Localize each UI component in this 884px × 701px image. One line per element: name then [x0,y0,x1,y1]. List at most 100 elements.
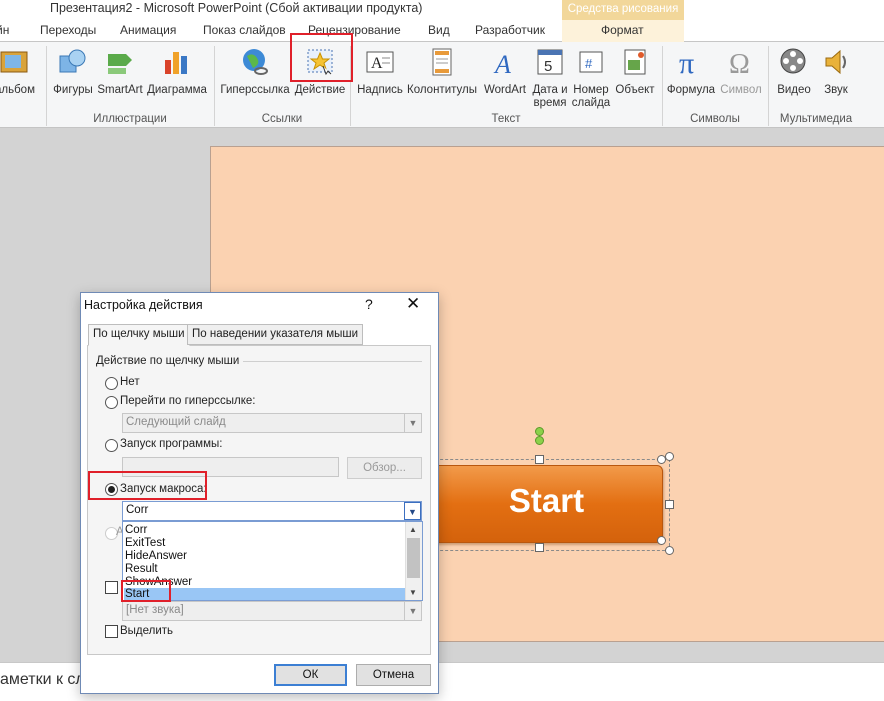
svg-text:A: A [493,50,511,78]
scroll-down-icon[interactable]: ▼ [409,588,417,597]
group-label-media: Мультимедиа [779,113,853,125]
pi-icon: π [675,46,707,80]
radio-none[interactable] [105,377,118,390]
resize-handle-right[interactable] [665,500,674,509]
textbox-icon: A [364,46,396,78]
radio-hyperlink-label: Перейти по гиперссылке: [120,395,256,407]
date-time-icon: 5 [534,46,566,78]
shapes-button[interactable]: Фигуры [50,46,96,97]
video-reel-icon [778,46,810,78]
resize-handle-bottom-right[interactable] [665,546,674,555]
group-label-illustrations: Иллюстрации [93,113,167,125]
header-footer-icon [426,46,458,78]
radio-hyperlink[interactable] [105,396,118,409]
equation-button[interactable]: π Формула [664,46,718,97]
symbol-button[interactable]: Ω Символ [718,46,764,97]
hyperlink-globe-icon [239,46,271,78]
resize-handle-top-right[interactable] [665,452,674,461]
help-button[interactable]: ? [365,296,373,312]
group-label-links: Ссылки [261,113,303,125]
speaker-icon [820,46,852,78]
close-icon[interactable]: ✕ [406,294,420,314]
svg-text:#: # [585,56,593,71]
resize-handle-corner[interactable] [657,455,666,464]
start-button-text: Start [508,482,585,519]
smartart-button[interactable]: SmartArt [96,46,144,97]
hyperlink-select-value: Следующий слайд [126,416,226,428]
dialog-title: Настройка действия [84,298,203,312]
object-button[interactable]: Объект [612,46,658,97]
smartart-icon [104,46,136,78]
list-item[interactable]: Corr [125,524,147,536]
macro-select[interactable]: Corr ▼ [122,501,422,521]
resize-handle-corner[interactable] [657,536,666,545]
omega-icon: Ω [725,46,757,80]
highlight-click-label: Выделить [120,625,174,637]
list-item[interactable]: ExitTest [125,537,165,549]
tab-view[interactable]: Вид [428,23,450,37]
play-sound-checkbox[interactable] [105,581,118,594]
scroll-up-icon[interactable]: ▲ [409,525,417,534]
start-macro-highlight [121,580,171,602]
radio-run-program[interactable] [105,439,118,452]
list-item[interactable]: Result [125,563,158,575]
adjust-handle[interactable] [535,436,544,445]
ribbon: альбом Фигуры SmartArt Диаграмма Гиперсс… [0,42,884,128]
run-macro-highlight [88,471,207,500]
notes-placeholder: аметки к сл [0,671,85,688]
wordart-button[interactable]: A WordArt [480,46,530,97]
tab-animation[interactable]: Анимация [120,23,176,37]
tab-slideshow[interactable]: Показ слайдов [203,23,286,37]
photo-album-button[interactable]: альбом [0,46,42,97]
tab-format[interactable]: Формат [601,23,644,37]
browse-button[interactable]: Обзор... [347,457,422,479]
sound-select-value: [Нет звука] [126,604,184,616]
group-label-click-action: Действие по щелчку мыши [96,355,244,367]
cancel-button[interactable]: Отмена [356,664,431,686]
drawing-tools-contextual-label: Средства рисования [562,0,684,20]
tab-mouse-over[interactable]: По наведении указателя мыши [187,324,364,345]
svg-text:A: A [371,55,383,72]
sound-select[interactable]: [Нет звука] ▼ [122,601,422,621]
chevron-down-icon: ▼ [404,602,421,620]
audio-button[interactable]: Звук [816,46,856,97]
title-bar: Презентация2 - Microsoft PowerPoint (Сбо… [0,0,884,20]
hyperlink-button[interactable]: Гиперссылка [220,46,290,97]
hyperlink-select[interactable]: Следующий слайд ▼ [122,413,422,433]
svg-text:π: π [679,47,694,78]
tab-insert-partial[interactable]: йн [0,23,9,37]
chevron-down-icon: ▼ [404,414,421,432]
tab-mouse-click[interactable]: По щелчку мыши [88,324,190,346]
highlight-click-checkbox[interactable] [105,625,118,638]
svg-text:Ω: Ω [729,49,750,78]
date-time-button[interactable]: 5 Дата и время [530,46,570,110]
macro-select-value: Corr [126,504,149,516]
rotation-handle[interactable] [535,427,544,436]
chevron-down-icon[interactable]: ▼ [404,502,421,520]
shapes-icon [57,46,89,78]
tab-transitions[interactable]: Переходы [40,23,96,37]
radio-none-label: Нет [120,376,140,388]
group-label-text: Текст [491,113,521,125]
resize-handle-bottom[interactable] [535,543,544,552]
window-title: Презентация2 - Microsoft PowerPoint (Сбо… [50,1,423,15]
object-icon [619,46,651,78]
ok-button[interactable]: ОК [274,664,347,686]
slide-number-button[interactable]: # Номер слайда [570,46,612,110]
scrollbar-thumb[interactable] [407,538,420,578]
radio-run-program-label: Запуск программы: [120,438,223,450]
photo-album-icon [0,46,31,78]
chart-icon [161,46,193,78]
action-button-highlight [290,33,353,82]
wordart-icon: A [489,46,521,79]
svg-text:5: 5 [544,58,552,75]
video-button[interactable]: Видео [772,46,816,97]
resize-handle-top[interactable] [535,455,544,464]
tab-developer[interactable]: Разработчик [475,23,545,37]
group-label-symbols: Символы [690,113,740,125]
header-footer-button[interactable]: Колонтитулы [406,46,478,97]
chart-button[interactable]: Диаграмма [146,46,208,97]
list-item[interactable]: HideAnswer [125,550,187,562]
textbox-button[interactable]: A Надпись [354,46,406,97]
slide-number-icon: # [575,46,607,78]
